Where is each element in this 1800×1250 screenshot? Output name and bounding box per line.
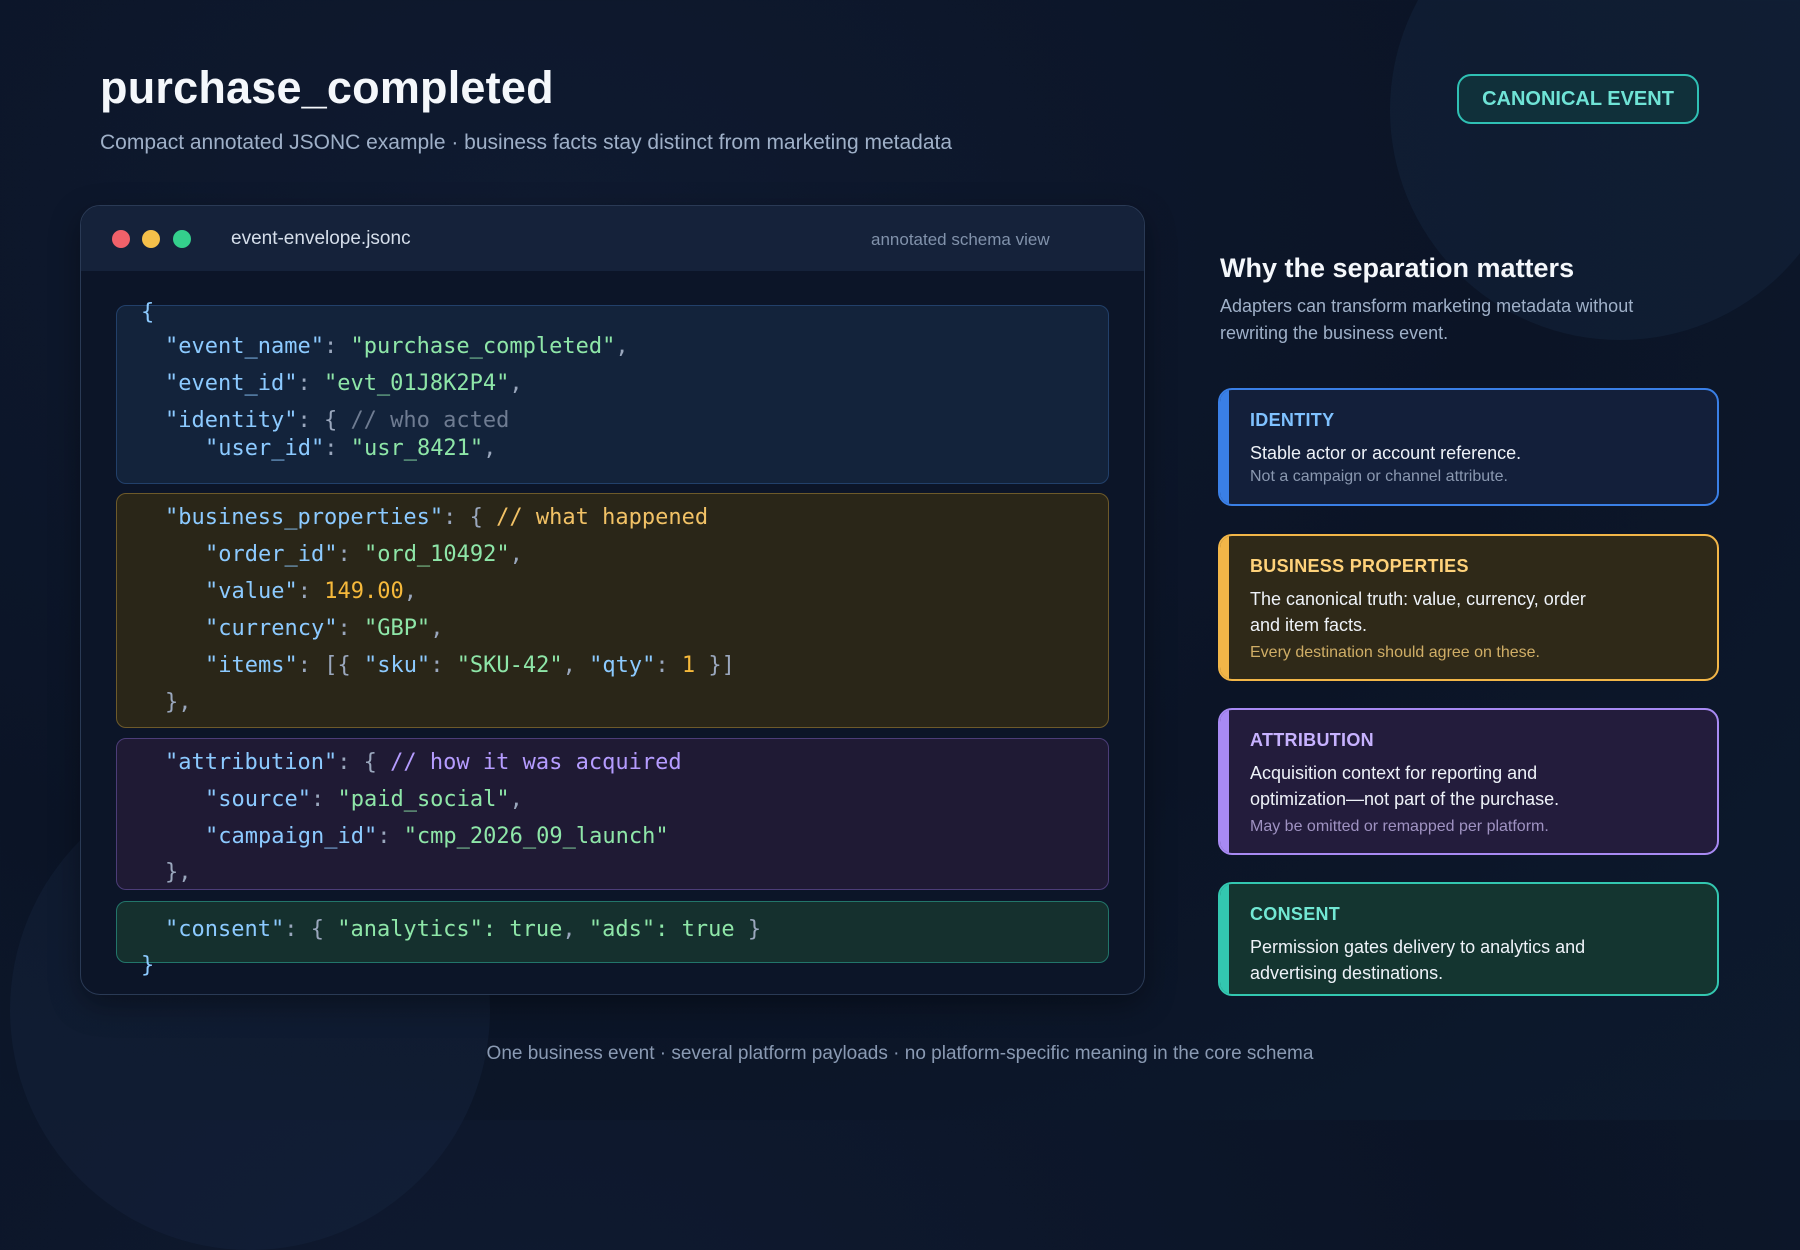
- code-line-user-id: "user_id": "usr_8421",: [205, 436, 497, 461]
- card-accent-bar: [1220, 536, 1229, 679]
- card-accent-bar: [1220, 710, 1229, 853]
- maximize-window-dot-icon[interactable]: [173, 230, 191, 248]
- card-title: ATTRIBUTION: [1250, 730, 1374, 750]
- card-title: BUSINESS PROPERTIES: [1250, 556, 1469, 576]
- code-line-items: "items": [{ "sku": "SKU-42", "qty": 1 }]: [205, 653, 735, 678]
- editor-titlebar: event-envelope.jsonc annotated schema vi…: [81, 206, 1144, 271]
- card-body: Acquisition context for reporting and op…: [1250, 763, 1560, 809]
- code-line-source: "source": "paid_social",: [205, 787, 523, 812]
- attribution-card: ATTRIBUTION Acquisition context for repo…: [1218, 708, 1719, 855]
- card-note: May be omitted or remapped per platform.: [1250, 818, 1549, 835]
- card-note: Every destination should agree on these.: [1250, 644, 1540, 661]
- code-line-close-brace: }: [141, 953, 155, 978]
- page-title: purchase_completed: [100, 62, 554, 113]
- card-note: Not a campaign or channel attribute.: [1250, 468, 1508, 485]
- card-body: Permission gates delivery to analytics a…: [1250, 937, 1586, 983]
- code-line-event-name: "event_name": "purchase_completed",: [165, 334, 629, 359]
- code-line-attribution-close: },: [165, 860, 192, 885]
- consent-card: CONSENT Permission gates delivery to ana…: [1218, 882, 1719, 996]
- card-title: IDENTITY: [1250, 410, 1335, 430]
- code-line-business-close: },: [165, 690, 192, 715]
- sidebar-title: Why the separation matters: [1220, 253, 1575, 283]
- code-line-consent: "consent": { "analytics": true, "ads": t…: [165, 917, 762, 942]
- view-mode-label: annotated schema view: [871, 230, 1050, 249]
- card-title: CONSENT: [1250, 904, 1341, 924]
- file-name-tab[interactable]: event-envelope.jsonc: [231, 228, 411, 250]
- business-properties-card: BUSINESS PROPERTIES The canonical truth:…: [1218, 534, 1719, 681]
- code-line-value: "value": 149.00,: [205, 579, 417, 604]
- canonical-event-badge: CANONICAL EVENT: [1457, 74, 1699, 124]
- code-line-attribution: "attribution": { // how it was acquired: [165, 750, 682, 775]
- footer-note: One business event · several platform pa…: [486, 1043, 1314, 1064]
- code-line-identity: "identity": { // who acted: [165, 408, 510, 433]
- card-body: The canonical truth: value, currency, or…: [1250, 589, 1586, 635]
- code-editor-window: event-envelope.jsonc annotated schema vi…: [80, 205, 1145, 995]
- code-line-currency: "currency": "GBP",: [205, 616, 444, 641]
- background-decoration: [1390, 0, 1800, 340]
- close-window-dot-icon[interactable]: [112, 230, 130, 248]
- card-accent-bar: [1220, 884, 1229, 994]
- code-line-open-brace: {: [141, 300, 155, 325]
- sidebar-description: Adapters can transform marketing metadat…: [1220, 296, 1634, 343]
- code-line-order-id: "order_id": "ord_10492",: [205, 542, 523, 567]
- code-line-business-properties: "business_properties": { // what happene…: [165, 505, 709, 530]
- minimize-window-dot-icon[interactable]: [142, 230, 160, 248]
- code-line-event-id: "event_id": "evt_01J8K2P4",: [165, 371, 523, 396]
- identity-card: IDENTITY Stable actor or account referen…: [1218, 388, 1719, 506]
- card-accent-bar: [1220, 390, 1229, 504]
- code-line-campaign-id: "campaign_id": "cmp_2026_09_launch": [205, 824, 669, 849]
- page-subtitle: Compact annotated JSONC example · busine…: [100, 131, 953, 154]
- card-body: Stable actor or account reference.: [1250, 443, 1522, 463]
- badge-label: CANONICAL EVENT: [1482, 87, 1674, 110]
